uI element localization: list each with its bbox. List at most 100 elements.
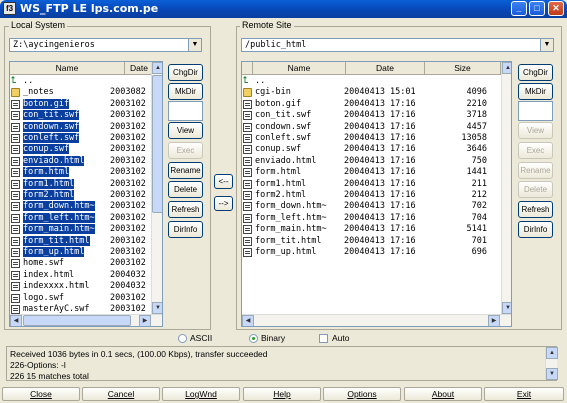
remote-col-type[interactable] — [242, 62, 253, 75]
list-item[interactable]: logo.swf 2003102 — [10, 293, 151, 304]
scroll-left-icon[interactable]: ◀ — [10, 315, 22, 326]
local-filter-input[interactable] — [168, 101, 203, 121]
help-button[interactable]: Help — [243, 387, 321, 401]
remote-dirinfo-button[interactable]: DirInfo — [518, 221, 553, 238]
remote-horizontal-scrollbar[interactable]: ◀ ▶ — [242, 314, 511, 326]
remote-filter-input[interactable] — [518, 101, 553, 121]
list-item[interactable]: form_left.htm~ 2003102 — [10, 212, 151, 224]
list-item[interactable]: ⮤.. — [242, 76, 501, 87]
local-delete-button[interactable]: Delete — [168, 181, 203, 198]
list-item[interactable]: enviado.html 20040413 17:16 750 — [242, 156, 501, 167]
remote-rename-button[interactable]: Rename — [518, 162, 553, 179]
list-item[interactable]: form2.html 20040413 17:16 212 — [242, 190, 501, 201]
remote-exec-button[interactable]: Exec — [518, 142, 553, 159]
list-item[interactable]: ⮤.. — [10, 76, 151, 87]
chevron-down-icon[interactable]: ▼ — [540, 39, 553, 51]
local-horizontal-scrollbar[interactable]: ◀ ▶ — [10, 314, 162, 326]
remote-vertical-scrollbar[interactable]: ▲ ▼ — [501, 62, 511, 314]
cancel-button[interactable]: Cancel — [82, 387, 160, 401]
list-item[interactable]: form_tit.html 20040413 17:16 701 — [242, 236, 501, 247]
remote-col-date[interactable]: Date — [346, 62, 425, 75]
local-path-combo[interactable]: Z:\aycingenieros ▼ — [9, 38, 202, 52]
scroll-down-icon[interactable]: ▼ — [502, 302, 511, 314]
chevron-down-icon[interactable]: ▼ — [188, 39, 201, 51]
list-item[interactable]: form2.html 2003102 — [10, 190, 151, 201]
local-col-name[interactable]: Name — [10, 62, 125, 75]
list-item[interactable]: home.swf 2003102 — [10, 258, 151, 269]
local-view-button[interactable]: View — [168, 122, 203, 139]
scroll-down-icon[interactable]: ▼ — [152, 302, 162, 314]
list-item[interactable]: conleft.swf 2003102 — [10, 133, 151, 144]
list-item[interactable]: form_up.html 2003102 — [10, 247, 151, 258]
local-vertical-scrollbar[interactable]: ▲ ▼ — [151, 62, 162, 314]
local-exec-button[interactable]: Exec — [168, 142, 203, 159]
exit-button[interactable]: Exit — [484, 387, 564, 401]
list-item[interactable]: indexxxx.html 2004032 — [10, 281, 151, 292]
options-button[interactable]: Options — [323, 387, 401, 401]
list-item[interactable]: boton.gif 20040413 17:16 2210 — [242, 99, 501, 110]
remote-col-name[interactable]: Name — [253, 62, 346, 75]
local-refresh-button[interactable]: Refresh — [168, 201, 203, 218]
list-item[interactable]: form_up.html 20040413 17:16 696 — [242, 247, 501, 258]
list-item[interactable]: condown.swf 2003102 — [10, 121, 151, 133]
list-item[interactable]: conleft.swf 20040413 17:16 13058 — [242, 133, 501, 144]
list-item[interactable]: form_down.htm~ 20040413 17:16 702 — [242, 201, 501, 212]
remote-refresh-button[interactable]: Refresh — [518, 201, 553, 218]
auto-checkbox[interactable] — [319, 334, 328, 343]
download-to-local-button[interactable]: <-- — [214, 174, 233, 189]
about-button[interactable]: About — [404, 387, 482, 401]
remote-chgdir-button[interactable]: ChgDir — [518, 64, 553, 81]
local-scroll-thumb[interactable] — [152, 75, 162, 213]
remote-path-combo[interactable]: /public_html ▼ — [241, 38, 554, 52]
close-button[interactable]: Close — [2, 387, 80, 401]
list-item[interactable]: form_main.htm~ 2003102 — [10, 224, 151, 235]
list-item[interactable]: form_tit.html 2003102 — [10, 235, 151, 247]
list-item[interactable]: form_main.htm~ 20040413 17:16 5141 — [242, 224, 501, 235]
list-item[interactable]: form.html 20040413 17:16 1441 — [242, 167, 501, 178]
remote-mkdir-button[interactable]: MkDir — [518, 83, 553, 100]
list-item[interactable]: boton.gif 2003102 — [10, 98, 151, 110]
list-item[interactable]: con_tit.swf 20040413 17:16 3718 — [242, 110, 501, 121]
list-item[interactable]: index.html 2004032 — [10, 270, 151, 281]
binary-radio[interactable] — [249, 334, 258, 343]
maximize-button[interactable]: □ — [529, 1, 545, 16]
log-panel[interactable]: Received 1036 bytes in 0.1 secs, (100.00… — [6, 346, 558, 381]
remote-col-size[interactable]: Size — [425, 62, 501, 75]
close-window-button[interactable]: ✕ — [548, 1, 564, 16]
list-item[interactable]: conup.swf 20040413 17:16 3646 — [242, 144, 501, 155]
list-item[interactable]: conup.swf 2003102 — [10, 144, 151, 155]
list-item[interactable]: form1.html 20040413 17:16 211 — [242, 179, 501, 190]
local-dirinfo-button[interactable]: DirInfo — [168, 221, 203, 238]
scroll-right-icon[interactable]: ▶ — [139, 315, 151, 326]
scroll-up-icon[interactable]: ▲ — [152, 62, 162, 74]
local-hscroll-thumb[interactable] — [23, 315, 131, 326]
local-file-list[interactable]: Name Date ⮤.. _notes 2003082 boton.gif 20031… — [9, 61, 163, 327]
scroll-right-icon[interactable]: ▶ — [488, 315, 500, 326]
scroll-down-icon[interactable]: ▼ — [546, 368, 558, 380]
ascii-radio[interactable] — [178, 334, 187, 343]
list-item[interactable]: form_down.htm~ 2003102 — [10, 201, 151, 212]
remote-file-list[interactable]: Name Date Size ⮤.. cgi-bin 20040413 15:01 4… — [241, 61, 512, 327]
list-item[interactable]: form_left.htm~ 20040413 17:16 704 — [242, 213, 501, 224]
list-item[interactable]: form.html 2003102 — [10, 167, 151, 178]
logwnd-button[interactable]: LogWnd — [162, 387, 240, 401]
list-item[interactable]: form1.html 2003102 — [10, 178, 151, 190]
list-item[interactable]: cgi-bin 20040413 15:01 4096 — [242, 87, 501, 98]
minimize-button[interactable]: _ — [511, 1, 527, 16]
remote-delete-button[interactable]: Delete — [518, 181, 553, 198]
list-item[interactable]: _notes 2003082 — [10, 87, 151, 98]
upload-to-remote-button[interactable]: --> — [214, 196, 233, 211]
list-item[interactable]: con_tit.swf 2003102 — [10, 110, 151, 121]
local-mkdir-button[interactable]: MkDir — [168, 83, 203, 100]
scroll-left-icon[interactable]: ◀ — [242, 315, 254, 326]
scroll-up-icon[interactable]: ▲ — [502, 62, 511, 74]
list-item[interactable]: condown.swf 20040413 17:16 4457 — [242, 122, 501, 133]
local-rename-button[interactable]: Rename — [168, 162, 203, 179]
local-chgdir-button[interactable]: ChgDir — [168, 64, 203, 81]
remote-view-button[interactable]: View — [518, 122, 553, 139]
local-col-date[interactable]: Date — [125, 62, 154, 75]
file-name: form_tit.html — [23, 235, 124, 247]
scroll-up-icon[interactable]: ▲ — [546, 347, 558, 359]
list-item[interactable]: enviado.html 2003102 — [10, 155, 151, 167]
log-scrollbar[interactable]: ▲ ▼ — [545, 347, 558, 380]
